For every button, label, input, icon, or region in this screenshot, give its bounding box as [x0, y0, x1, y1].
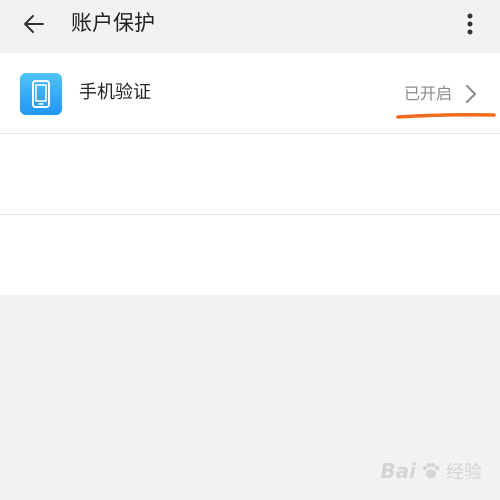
arrow-left-icon [24, 15, 44, 33]
app-header: 账户保护 [0, 0, 500, 52]
paw-icon [422, 462, 440, 479]
more-options-button[interactable] [458, 8, 482, 40]
page-title: 账户保护 [71, 11, 155, 35]
watermark-suffix: 经验 [446, 462, 482, 483]
watermark: Bai 经验 [380, 458, 482, 484]
phone-icon [20, 73, 62, 115]
settings-card: 手机验证 已开启 [0, 53, 500, 295]
more-vertical-icon [467, 13, 473, 35]
status-text: 已开启 [403, 84, 452, 103]
list-item-empty [0, 134, 500, 214]
watermark-brand: Bai [380, 459, 416, 483]
annotation-underline [396, 113, 496, 119]
chevron-right-icon [466, 85, 476, 103]
list-item-label: 手机验证 [79, 82, 151, 103]
list-item-empty [0, 215, 500, 295]
back-button[interactable] [16, 8, 52, 40]
